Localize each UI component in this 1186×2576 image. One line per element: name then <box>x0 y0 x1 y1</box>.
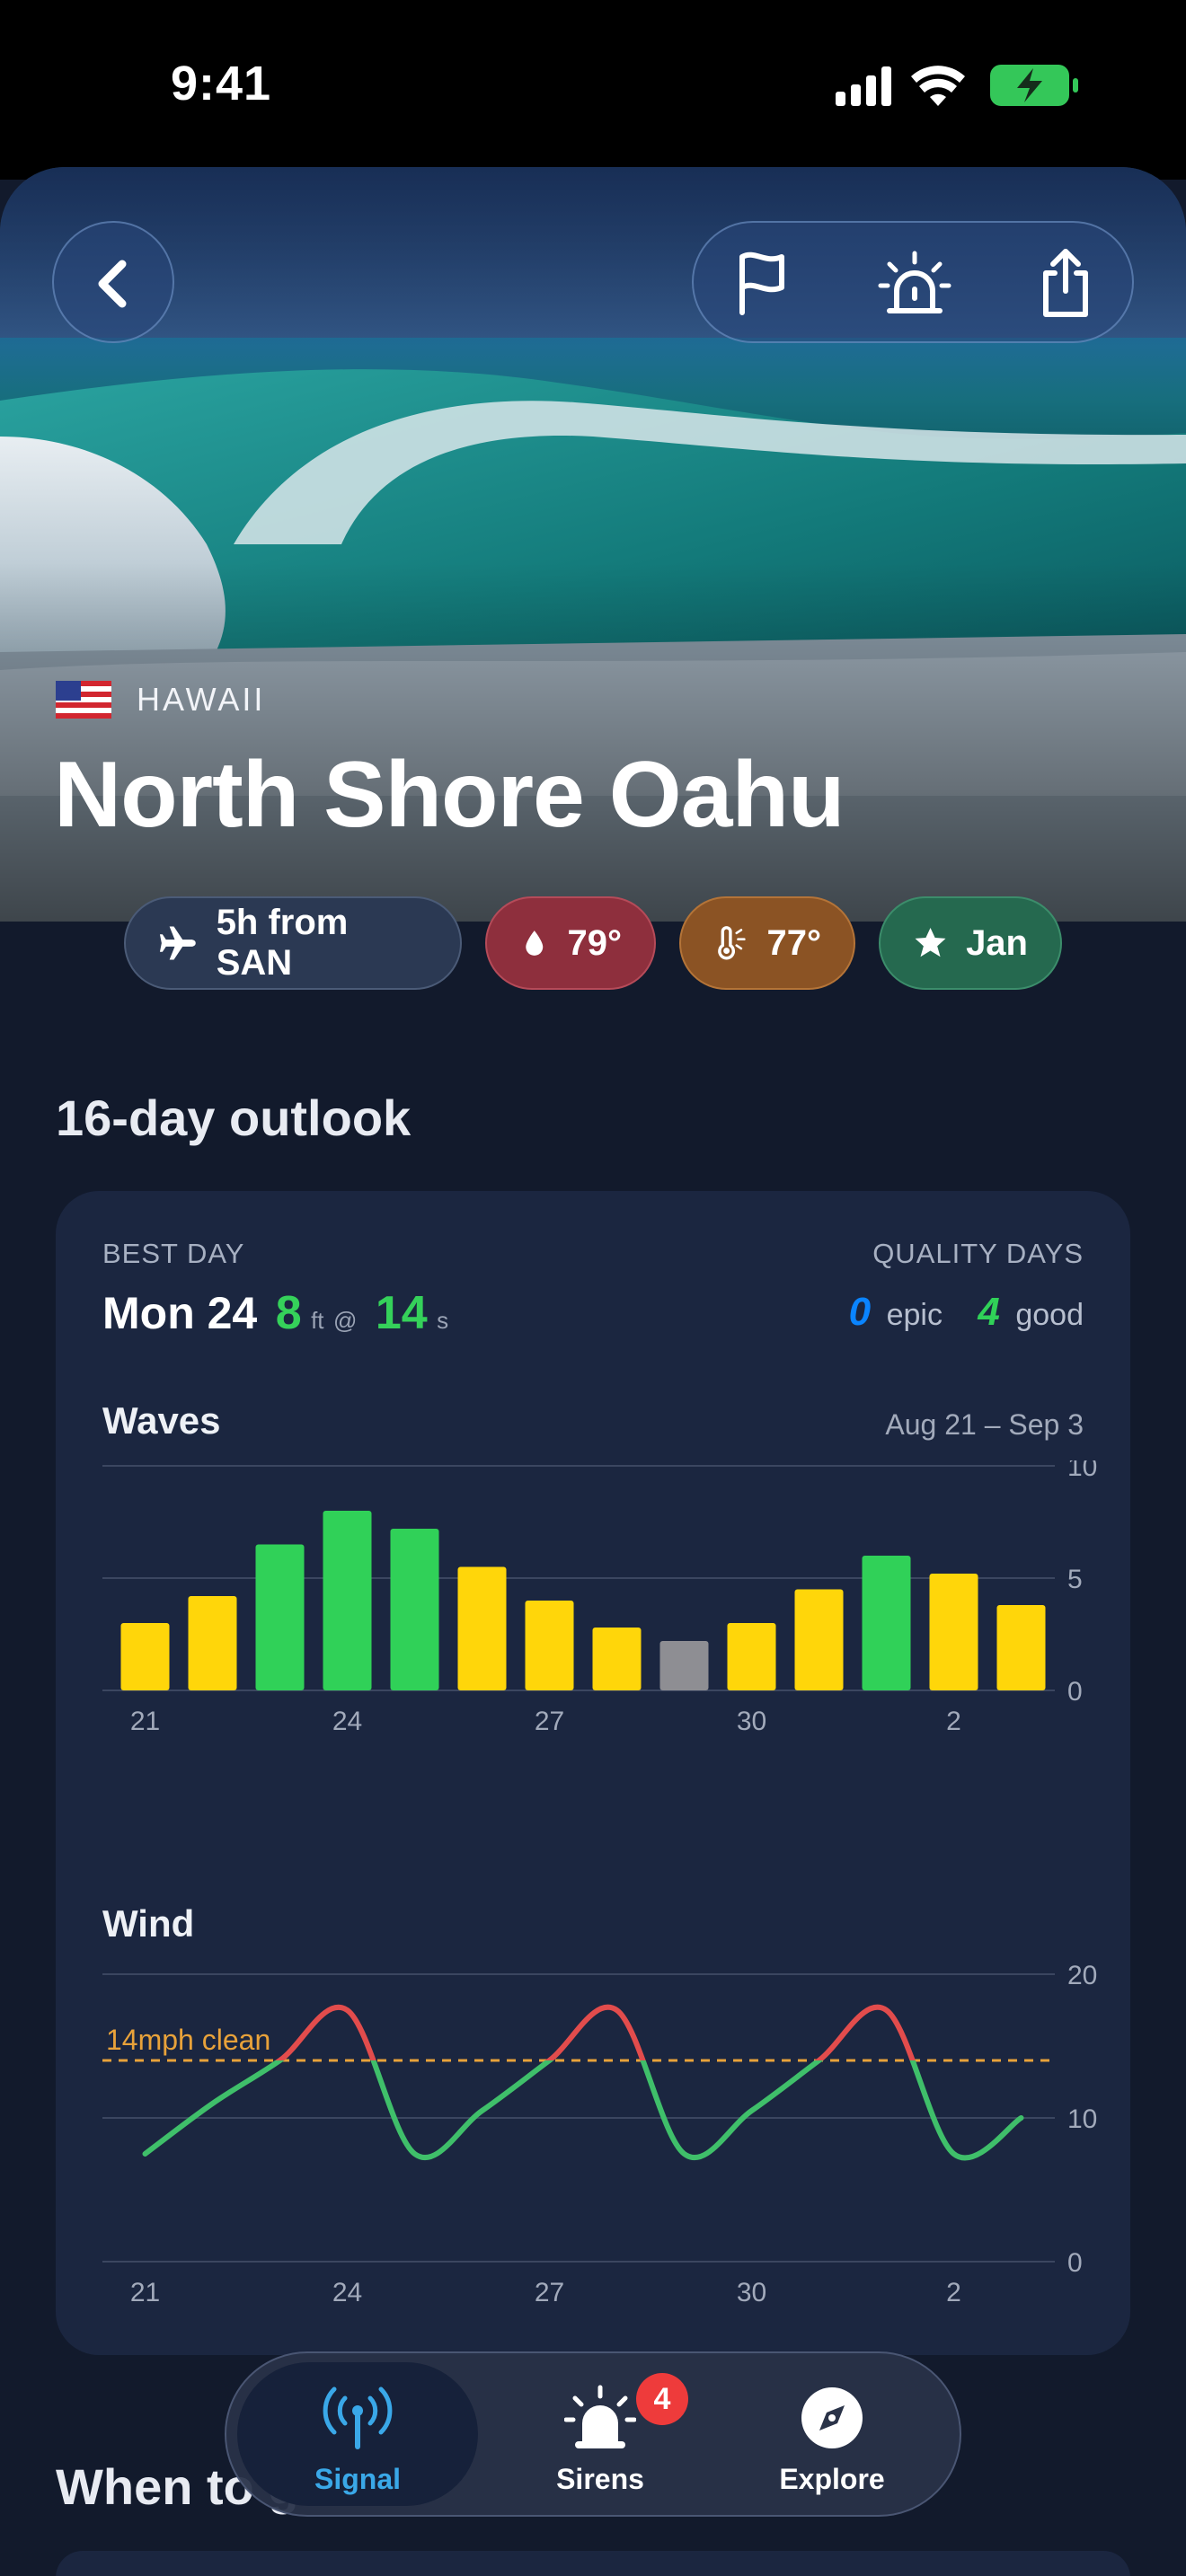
wind-chart: 0 10 20 14mph clean 21 24 27 30 2 <box>102 1961 1097 2307</box>
waves-bar <box>525 1601 574 1690</box>
waves-bar <box>255 1544 305 1690</box>
waves-bar <box>659 1641 709 1690</box>
signal-antenna-icon <box>323 2386 393 2449</box>
best-day-height: 8 <box>275 1287 302 1339</box>
wind-xtick-label: 24 <box>332 2278 362 2307</box>
best-day-date: Mon 24 <box>102 1288 258 1338</box>
tab-explore[interactable]: Explore <box>712 2362 952 2506</box>
hero: HAWAII North Shore Oahu <box>0 167 1186 922</box>
when-to-go-card <box>56 2551 1130 2576</box>
water-temp-chip[interactable]: 79° <box>485 896 656 990</box>
period-unit: s <box>437 1307 449 1334</box>
siren-icon[interactable] <box>877 246 952 322</box>
epic-count: 0 <box>848 1290 872 1334</box>
waves-bar <box>323 1511 372 1690</box>
tab-bar: Signal 4 Sirens Explore <box>225 2351 961 2517</box>
region-label: HAWAII <box>56 681 265 719</box>
height-unit: ft <box>311 1307 324 1334</box>
best-season-chip[interactable]: Jan <box>879 896 1062 990</box>
waves-bar <box>794 1589 844 1690</box>
wind-line-blown <box>275 2004 916 2060</box>
waves-ytick-label: 5 <box>1067 1565 1083 1594</box>
good-count: 4 <box>978 1290 1000 1334</box>
travel-time-chip[interactable]: 5h from SAN <box>124 896 462 990</box>
waves-ytick-label: 10 <box>1067 1460 1097 1482</box>
waves-bar <box>862 1556 911 1690</box>
best-day-label: BEST DAY <box>102 1238 245 1269</box>
waves-xtick-label: 30 <box>737 1707 766 1736</box>
airplane-icon <box>159 926 196 960</box>
wifi-icon <box>911 66 965 106</box>
tab-explore-label: Explore <box>779 2463 885 2495</box>
water-drop-icon <box>526 931 544 956</box>
wind-ytick-label: 10 <box>1067 2104 1097 2134</box>
tab-sirens[interactable]: 4 Sirens <box>480 2362 721 2506</box>
waves-bar <box>188 1596 237 1690</box>
outlook-title: 16-day outlook <box>56 1090 412 1146</box>
battery-charging-icon <box>990 65 1078 106</box>
action-pill <box>692 221 1134 343</box>
tab-signal[interactable]: Signal <box>237 2362 478 2506</box>
waves-bar <box>390 1529 439 1690</box>
dynamic-island <box>424 32 762 137</box>
cellular-signal-icon <box>836 66 891 106</box>
wind-threshold-label: 14mph clean <box>106 2024 270 2056</box>
sirens-badge: 4 <box>636 2373 688 2425</box>
chevron-left-icon <box>98 260 127 308</box>
water-temp-label: 79° <box>567 922 623 963</box>
quality-days-label: QUALITY DAYS <box>872 1238 1084 1269</box>
wind-xtick-label: 27 <box>535 2278 564 2307</box>
waves-bar <box>996 1605 1046 1690</box>
waves-bar <box>592 1628 642 1690</box>
wind-ytick-label: 20 <box>1067 1961 1097 1990</box>
spot-chips: 5h from SAN 79° 77° Jan <box>124 896 1062 990</box>
status-bar: 9:41 <box>0 0 1186 180</box>
wind-line-clean <box>142 2060 1024 2161</box>
wind-xtick-label: 21 <box>130 2278 160 2307</box>
waves-bar <box>457 1566 507 1690</box>
air-temp-label: 77° <box>766 922 822 963</box>
at-symbol: @ <box>332 1307 358 1334</box>
waves-chart: 0 5 10 21 24 27 30 2 <box>102 1460 1097 1736</box>
spot-title: North Shore Oahu <box>54 743 845 847</box>
us-flag <box>56 681 111 719</box>
flag-icon[interactable] <box>724 246 800 322</box>
status-icons <box>836 65 1078 106</box>
waves-xtick-label: 24 <box>332 1707 362 1736</box>
air-temp-chip[interactable]: 77° <box>679 896 855 990</box>
wind-ytick-label: 0 <box>1067 2248 1083 2278</box>
waves-ytick-label: 0 <box>1067 1677 1083 1707</box>
back-button[interactable] <box>52 221 174 343</box>
waves-date-range: Aug 21 – Sep 3 <box>885 1408 1084 1441</box>
siren-icon <box>564 2385 636 2448</box>
best-day-summary: Mon 24 8 ft @ 14 s <box>102 1286 448 1340</box>
waves-chart-title: Waves <box>102 1399 221 1442</box>
quality-days-summary: 0 epic 4 good <box>849 1290 1084 1335</box>
wind-xtick-label: 2 <box>946 2278 961 2307</box>
waves-bar <box>120 1623 170 1690</box>
outlook-card: BEST DAY Mon 24 8 ft @ 14 s QUALITY DAYS… <box>56 1191 1130 2355</box>
thermometer-sun-icon <box>718 926 746 960</box>
tab-sirens-label: Sirens <box>556 2463 644 2495</box>
compass-icon <box>801 2387 863 2448</box>
region-name: HAWAII <box>137 681 266 718</box>
waves-xtick-label: 27 <box>535 1707 564 1736</box>
wind-xtick-label: 30 <box>737 2278 766 2307</box>
tab-signal-label: Signal <box>314 2463 401 2495</box>
star-icon <box>915 928 946 957</box>
wind-chart-title: Wind <box>102 1902 195 1945</box>
waves-bar <box>727 1623 776 1690</box>
waves-xtick-label: 2 <box>946 1707 961 1736</box>
waves-xtick-label: 21 <box>130 1707 160 1736</box>
travel-time-label: 5h from SAN <box>216 903 349 983</box>
epic-label: epic <box>886 1298 943 1332</box>
best-day-period: 14 <box>375 1287 428 1339</box>
best-season-label: Jan <box>966 922 1028 963</box>
share-icon[interactable] <box>1028 246 1103 322</box>
good-label: good <box>1015 1298 1084 1332</box>
status-time: 9:41 <box>171 57 272 110</box>
waves-bar <box>929 1574 978 1690</box>
